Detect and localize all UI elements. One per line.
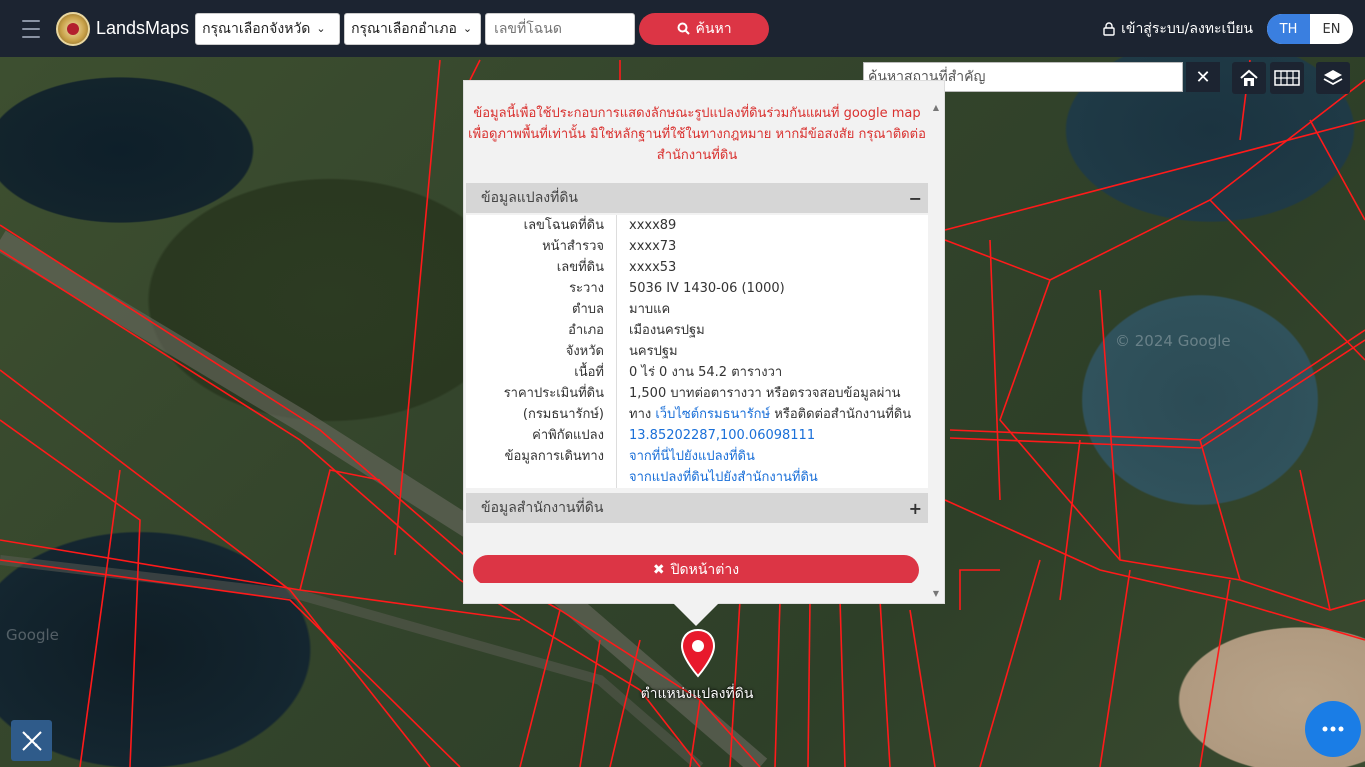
row-label: หน้าสำรวจ [466, 236, 617, 257]
table-row-travel: ข้อมูลการเดินทาง จากที่นี่ไปยังแปลงที่ดิ… [466, 446, 928, 488]
province-select[interactable]: กรุณาเลือกจังหวัด ⌄ [195, 12, 341, 45]
province-select-value: กรุณาเลือกจังหวัด [202, 20, 311, 37]
home-icon [1240, 69, 1258, 86]
coordinates-link[interactable]: 13.85202287,100.06098111 [629, 428, 815, 443]
directions-to-parcel-link[interactable]: จากที่นี่ไปยังแปลงที่ดิน [629, 449, 755, 464]
login-link[interactable]: เข้าสู่ระบบ/ลงทะเบียน [1103, 18, 1253, 40]
table-row-price: ราคาประเมินที่ดิน (กรมธนารักษ์) 1,500 บาท… [466, 383, 928, 425]
row-value: xxxx89 [629, 218, 677, 233]
brand-title[interactable]: LandsMaps [96, 18, 189, 39]
menu-icon[interactable] [12, 14, 48, 44]
land-department-logo[interactable] [56, 11, 90, 46]
home-button[interactable] [1232, 62, 1266, 94]
land-info-table: เลขโฉนดที่ดิน xxxx89 หน้าสำรวจ xxxx73 เลขท… [466, 215, 928, 488]
district-select[interactable]: กรุณาเลือกอำเภอ ⌄ [344, 12, 482, 45]
office-info-section-header[interactable]: ข้อมูลสำนักงานที่ดิน + [466, 493, 928, 523]
price-label-line1: ราคาประเมินที่ดิน [503, 386, 604, 401]
disclaimer-text: ข้อมูลนี้เพื่อใช้ประกอบการแสดงลักษณะรูปแ… [468, 106, 926, 163]
row-value: เมืองนครปฐม [629, 323, 705, 338]
row-label: เลขที่ดิน [466, 257, 617, 278]
close-popup-label: ปิดหน้าต่าง [670, 562, 740, 578]
row-label: เลขโฉนดที่ดิน [466, 215, 617, 236]
table-row: อำเภอ เมืองนครปฐม [466, 320, 928, 341]
row-label: ราคาประเมินที่ดิน (กรมธนารักษ์) [466, 383, 617, 425]
price-value-suffix: หรือติดต่อสำนักงานที่ดิน [774, 407, 912, 422]
google-watermark: Google [6, 626, 59, 644]
row-label: ตำบล [466, 299, 617, 320]
row-value: 1,500 บาทต่อตารางวา หรือตรวจสอบข้อมูลผ่า… [617, 383, 928, 425]
price-label-line2: (กรมธนารักษ์) [522, 407, 604, 422]
row-label: จังหวัด [466, 341, 617, 362]
map-pin-icon [680, 628, 716, 678]
table-row: ระวาง 5036 IV 1430-06 (1000) [466, 278, 928, 299]
close-icon: ✖ [652, 562, 665, 578]
parcel-info-popup: ข้อมูลนี้เพื่อใช้ประกอบการแสดงลักษณะรูปแ… [463, 80, 945, 604]
row-value: นครปฐม [629, 344, 678, 359]
row-value: 5036 IV 1430-06 (1000) [629, 281, 785, 296]
chat-button[interactable] [1305, 701, 1361, 757]
district-select-value: กรุณาเลือกอำเภอ [351, 20, 457, 37]
table-row: ค่าพิกัดแปลง 13.85202287,100.06098111 [466, 425, 928, 446]
popup-scrollbar[interactable]: ▲ ▼ [930, 103, 942, 601]
parcel-marker[interactable] [679, 628, 717, 682]
row-label: ค่าพิกัดแปลง [466, 425, 617, 446]
row-value: มาบแค [629, 302, 671, 317]
office-info-section-title: ข้อมูลสำนักงานที่ดิน [481, 500, 604, 516]
row-value: xxxx53 [629, 260, 677, 275]
language-toggle[interactable]: TH EN [1267, 14, 1353, 44]
measure-tool-button[interactable] [11, 720, 52, 761]
search-button-label: ค้นหา [695, 20, 732, 37]
treasury-website-link[interactable]: เว็บไซต์กรมธนารักษ์ [655, 407, 770, 422]
table-row: ตำบล มาบแค [466, 299, 928, 320]
clear-search-button[interactable]: ✕ [1186, 62, 1220, 92]
row-label: ข้อมูลการเดินทาง [466, 446, 617, 488]
grid-button[interactable] [1270, 62, 1304, 94]
search-button[interactable]: ค้นหา [639, 12, 770, 45]
navbar: LandsMaps กรุณาเลือกจังหวัด ⌄ กรุณาเลือก… [0, 0, 1365, 57]
table-row: เนื้อที่ 0 ไร่ 0 งาน 54.2 ตารางวา [466, 362, 928, 383]
popup-pointer [673, 603, 719, 626]
directions-to-office-link[interactable]: จากแปลงที่ดินไปยังสำนักงานที่ดิน [629, 470, 818, 485]
marker-label: ตำแหน่งแปลงที่ดิน [640, 686, 754, 702]
parcel-number-input[interactable] [485, 12, 636, 45]
row-value: 0 ไร่ 0 งาน 54.2 ตารางวา [629, 365, 783, 380]
lock-icon [1103, 22, 1115, 36]
search-icon [677, 22, 690, 35]
google-watermark: © 2024 Google [1115, 332, 1231, 350]
collapse-icon[interactable]: − [909, 189, 922, 208]
more-dots-icon [1322, 726, 1344, 732]
scroll-up-icon[interactable]: ▲ [930, 103, 942, 115]
close-popup-button[interactable]: ✖ ปิดหน้าต่าง [473, 555, 919, 583]
price-value-prefix: ทาง [629, 407, 652, 422]
login-label: เข้าสู่ระบบ/ลงทะเบียน [1121, 21, 1253, 37]
layers-icon [1323, 70, 1343, 86]
price-value-line1: 1,500 บาทต่อตารางวา หรือตรวจสอบข้อมูลผ่า… [629, 386, 901, 401]
row-label: อำเภอ [466, 320, 617, 341]
table-row: หน้าสำรวจ xxxx73 [466, 236, 928, 257]
ruler-pencil-icon [21, 730, 42, 751]
table-row: เลขโฉนดที่ดิน xxxx89 [466, 215, 928, 236]
table-row: จังหวัด นครปฐม [466, 341, 928, 362]
scroll-down-icon[interactable]: ▼ [930, 589, 942, 601]
land-info-section-title: ข้อมูลแปลงที่ดิน [481, 190, 579, 206]
row-value: xxxx73 [629, 239, 677, 254]
grid-icon [1274, 70, 1300, 86]
lang-th-button[interactable]: TH [1267, 14, 1310, 44]
chevron-down-icon: ⌄ [316, 22, 326, 35]
chevron-down-icon: ⌄ [462, 22, 473, 35]
expand-icon[interactable]: + [909, 499, 922, 518]
row-label: เนื้อที่ [466, 362, 617, 383]
table-row: เลขที่ดิน xxxx53 [466, 257, 928, 278]
land-info-section-header[interactable]: ข้อมูลแปลงที่ดิน − [466, 183, 928, 213]
lang-en-button[interactable]: EN [1310, 14, 1353, 44]
layers-button[interactable] [1316, 62, 1350, 94]
row-label: ระวาง [466, 278, 617, 299]
